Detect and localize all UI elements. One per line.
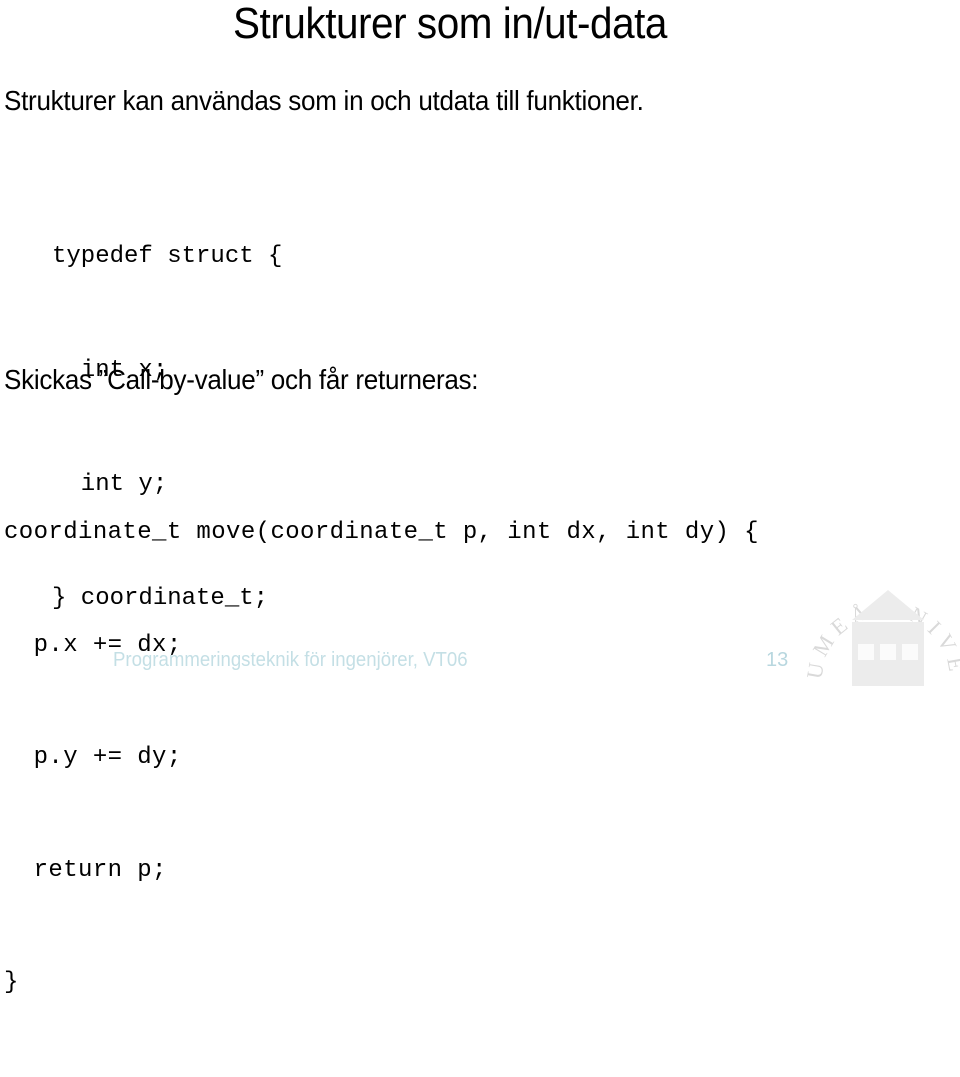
university-seal-icon: UMEÅ UNIVERSITET [800, 560, 960, 686]
code-line: typedef struct { [52, 243, 283, 270]
intro-text: Strukturer kan användas som in och utdat… [4, 85, 644, 116]
call-by-value-heading: Skickas ”Call-by-value” och får returner… [4, 364, 479, 395]
function-code-block: coordinate_t move(coordinate_t p, int dx… [4, 439, 759, 1077]
seal-figures [858, 644, 918, 660]
page-number: 13 [766, 649, 789, 671]
footer-course-title: Programmeringsteknik för ingenjörer, VT0… [113, 649, 468, 671]
code-line: p.y += dy; [4, 744, 182, 771]
code-line: coordinate_t move(coordinate_t p, int dx… [4, 519, 759, 546]
slide-title: Strukturer som in/ut-data [233, 0, 667, 48]
code-line: } [4, 969, 19, 996]
code-line: return p; [4, 856, 167, 884]
